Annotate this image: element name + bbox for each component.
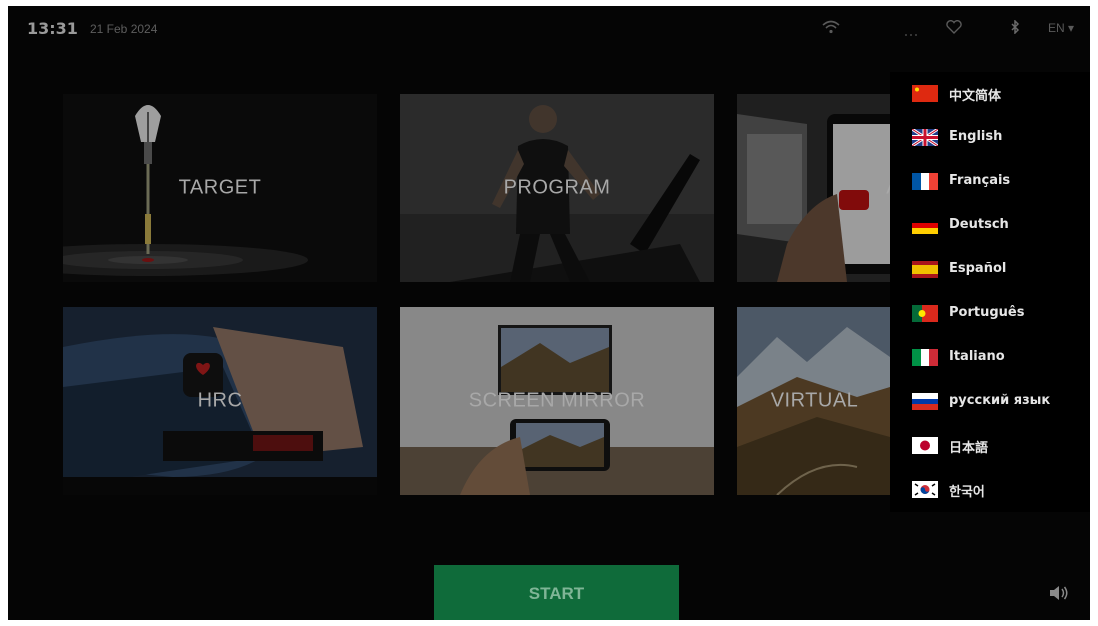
language-label: English (949, 129, 1003, 144)
language-option-russian[interactable]: русский язык (912, 390, 1090, 416)
tile-program[interactable]: PROGRAM (400, 94, 714, 282)
language-option-portuguese[interactable]: Português (912, 302, 1090, 328)
language-option-german[interactable]: Deutsch (912, 214, 1090, 240)
language-option-spanish[interactable]: Español (912, 258, 1090, 284)
start-button[interactable]: START (434, 565, 679, 620)
tile-screen-mirror[interactable]: SCREEN MIRROR (400, 307, 714, 495)
language-option-chinese[interactable]: 中文简体 (912, 82, 1090, 108)
uk-flag-icon (912, 129, 938, 146)
france-flag-icon (912, 173, 938, 190)
tile-virtual[interactable]: VIRTUAL (737, 307, 890, 495)
language-label: 日本語 (949, 441, 989, 456)
tile-target[interactable]: TARGET (63, 94, 377, 282)
tile-label-program: PROGRAM (503, 176, 611, 199)
tile-label-hrc: HRC (197, 389, 243, 412)
language-label: Italiano (949, 349, 1005, 364)
tile-label-virtual: VIRTUAL (770, 389, 859, 412)
tile-label-target: TARGET (178, 176, 262, 199)
language-label: Deutsch (949, 217, 1009, 232)
language-selector[interactable]: EN ▾ (1048, 21, 1074, 35)
tile-hrc[interactable]: HRC (63, 307, 377, 495)
clock-time: 13:31 (27, 19, 78, 38)
china-flag-icon (912, 85, 938, 102)
language-option-italian[interactable]: Italiano (912, 346, 1090, 372)
language-label: Português (949, 305, 1025, 320)
japan-flag-icon (912, 437, 938, 454)
tile-label-screen-mirror: SCREEN MIRROR (468, 389, 646, 412)
dots-icon (904, 26, 918, 42)
speaker-icon[interactable] (1048, 584, 1070, 606)
language-option-japanese[interactable]: 日本語 (912, 434, 1090, 460)
language-menu: 中文简体 English Français Deutsch Español Po… (890, 72, 1090, 512)
portugal-flag-icon (912, 305, 938, 322)
germany-flag-icon (912, 217, 938, 234)
tile-ar[interactable]: AR (737, 94, 890, 282)
language-option-french[interactable]: Français (912, 170, 1090, 196)
language-label: 中文简体 (949, 89, 1002, 104)
spain-flag-icon (912, 261, 938, 278)
korea-flag-icon (912, 481, 938, 498)
language-label: русский язык (949, 393, 1051, 408)
status-bar: 13:31 21 Feb 2024 EN ▾ (8, 6, 1090, 54)
language-label: 한국어 (949, 485, 985, 500)
clock-date: 21 Feb 2024 (90, 22, 158, 36)
tile-label-ar: AR (737, 177, 890, 200)
language-option-english[interactable]: English (912, 126, 1090, 152)
italy-flag-icon (912, 349, 938, 366)
russia-flag-icon (912, 393, 938, 410)
language-label: Français (949, 173, 1011, 188)
heart-icon[interactable] (946, 20, 962, 39)
language-label: Español (949, 261, 1007, 276)
app-screen: 13:31 21 Feb 2024 EN ▾ TARGET PROGRAM HR… (8, 6, 1090, 620)
bluetooth-icon[interactable] (1010, 19, 1020, 39)
wifi-icon[interactable] (822, 20, 840, 39)
language-option-korean[interactable]: 한국어 (912, 478, 1090, 504)
